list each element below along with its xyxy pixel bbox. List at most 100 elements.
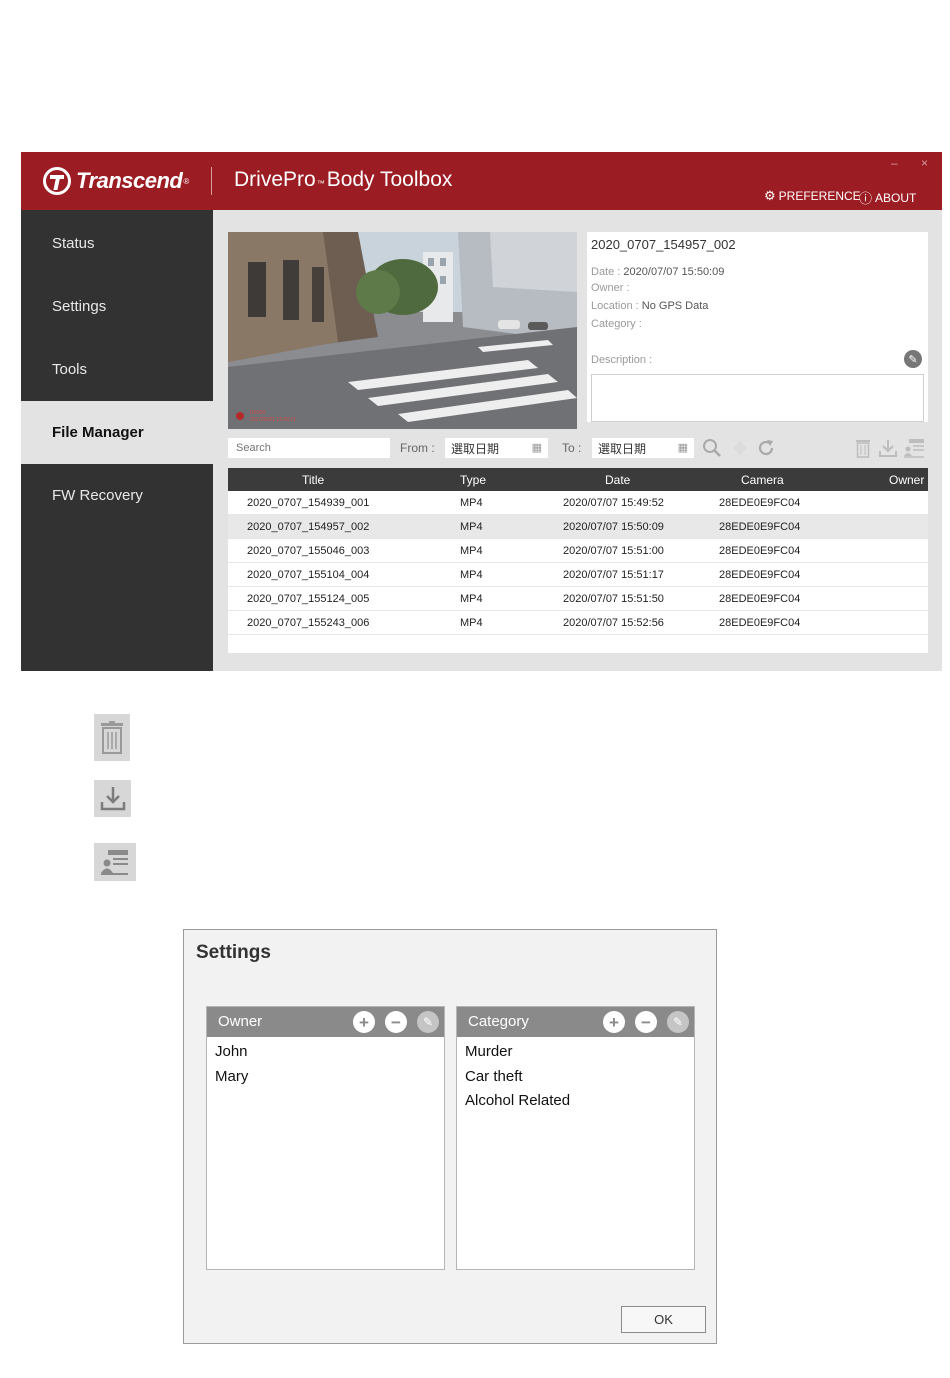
category-header-label: Category (468, 1013, 529, 1030)
date-label: Date : (591, 266, 621, 278)
cell-type: MP4 (460, 593, 483, 605)
delete-button[interactable] (851, 436, 875, 460)
table-header: Title Type Date Camera Owner (228, 468, 928, 491)
add-owner-button[interactable]: + (353, 1011, 375, 1033)
cell-title: 2020_0707_155124_005 (247, 593, 370, 605)
video-preview[interactable]: DP320 2017/06/21 14:20:11 (228, 232, 577, 429)
filter-toggle-button[interactable] (728, 436, 752, 460)
category-list-panel: Category + − ✎ Murder Car theft Alcohol … (456, 1006, 695, 1270)
category-list-item[interactable]: Murder (465, 1043, 513, 1060)
plus-icon: + (609, 1012, 619, 1032)
app-title-tm: ™ (316, 179, 325, 188)
about-label: ABOUT (875, 190, 917, 205)
table-row[interactable]: 2020_0707_155046_003 MP4 2020/07/07 15:5… (228, 539, 928, 563)
owner-list-item[interactable]: John (215, 1043, 248, 1060)
table-row[interactable]: 2020_0707_154957_002 MP4 2020/07/07 15:5… (228, 515, 928, 539)
video-overlay-line2: 2017/06/21 14:20:11 (250, 417, 296, 423)
category-label: Category : (591, 318, 642, 330)
category-list-item[interactable]: Car theft (465, 1068, 523, 1085)
table-row[interactable]: 2020_0707_154939_001 MP4 2020/07/07 15:4… (228, 491, 928, 515)
cell-title: 2020_0707_155104_004 (247, 569, 370, 581)
edit-category-button[interactable]: ✎ (667, 1011, 689, 1033)
download-button[interactable] (876, 436, 900, 460)
cell-date: 2020/07/07 15:49:52 (563, 497, 664, 509)
file-info-owner: Owner : (591, 282, 630, 294)
owner-list-item[interactable]: Mary (215, 1068, 248, 1085)
add-category-button[interactable]: + (603, 1011, 625, 1033)
column-header-type[interactable]: Type (460, 473, 486, 487)
app-title: DrivePro ™ Body Toolbox (234, 168, 452, 192)
sidebar-item-settings[interactable]: Settings (21, 275, 213, 338)
category-list-item[interactable]: Alcohol Related (465, 1092, 570, 1109)
file-info-title: 2020_0707_154957_002 (591, 237, 736, 252)
brand-name: Transcend (76, 168, 183, 193)
search-input[interactable] (228, 438, 390, 458)
minimize-button[interactable]: – (891, 156, 898, 170)
remove-owner-button[interactable]: − (385, 1011, 407, 1033)
pencil-icon: ✎ (422, 1015, 434, 1029)
cell-date: 2020/07/07 15:50:09 (563, 521, 664, 533)
description-label: Description : (591, 354, 653, 366)
sidebar: Status Settings Tools File Manager FW Re… (21, 210, 213, 671)
sidebar-item-label: File Manager (52, 424, 144, 441)
to-date-picker[interactable]: 選取日期 ▦ (592, 438, 694, 458)
trash-icon (101, 720, 123, 754)
video-overlay-text: DP320 2017/06/21 14:20:11 (250, 410, 296, 424)
column-header-camera[interactable]: Camera (741, 473, 784, 487)
sidebar-item-label: Tools (52, 361, 88, 378)
column-header-title[interactable]: Title (302, 473, 324, 487)
table-row[interactable]: 2020_0707_155243_006 MP4 2020/07/07 15:5… (228, 611, 928, 635)
from-date-picker[interactable]: 選取日期 ▦ (445, 438, 548, 458)
edit-file-info-button[interactable] (902, 436, 926, 460)
trash-icon (856, 440, 870, 458)
column-header-owner[interactable]: Owner (889, 473, 924, 487)
file-manager-content: DP320 2017/06/21 14:20:11 2020_0707_1549… (213, 210, 942, 671)
download-icon (100, 786, 125, 810)
app-title-part2: Body Toolbox (326, 168, 453, 191)
preference-button[interactable]: ⚙ PREFERENCE (764, 188, 861, 204)
cell-camera: 28EDE0E9FC04 (719, 569, 801, 581)
ok-button[interactable]: OK (621, 1306, 706, 1333)
app-window: Transcend ® DrivePro ™ Body Toolbox – × … (21, 152, 942, 671)
sidebar-item-label: Settings (52, 298, 107, 315)
sidebar-item-label: Status (52, 235, 95, 252)
cell-camera: 28EDE0E9FC04 (719, 521, 801, 533)
refresh-button[interactable] (754, 436, 778, 460)
info-icon: ⓘ (859, 191, 873, 206)
brand-registered-mark: ® (183, 176, 190, 186)
video-overlay-line1: DP320 (250, 410, 266, 416)
cell-type: MP4 (460, 617, 483, 629)
edit-owner-button[interactable]: ✎ (417, 1011, 439, 1033)
search-icon (703, 439, 721, 457)
id-card-icon (904, 439, 924, 458)
table-row[interactable]: 2020_0707_155104_004 MP4 2020/07/07 15:5… (228, 563, 928, 587)
about-button[interactable]: ⓘ ABOUT (859, 188, 916, 207)
location-label: Location : (591, 300, 639, 312)
table-row[interactable]: 2020_0707_155124_005 MP4 2020/07/07 15:5… (228, 587, 928, 611)
edit-info-button[interactable]: ✎ (904, 350, 922, 368)
cell-type: MP4 (460, 569, 483, 581)
cell-type: MP4 (460, 497, 483, 509)
cell-type: MP4 (460, 521, 483, 533)
owner-list-panel: Owner + − ✎ John Mary (206, 1006, 445, 1270)
search-button[interactable] (700, 436, 724, 460)
close-button[interactable]: × (921, 156, 928, 170)
app-title-part1: DrivePro (234, 168, 316, 191)
remove-category-button[interactable]: − (635, 1011, 657, 1033)
preference-label: PREFERENCE (778, 189, 861, 203)
sidebar-item-tools[interactable]: Tools (21, 338, 213, 401)
file-info-date: Date : 2020/07/07 15:50:09 (591, 266, 724, 278)
cell-date: 2020/07/07 15:51:00 (563, 545, 664, 557)
owner-label: Owner : (591, 282, 630, 294)
sidebar-item-file-manager[interactable]: File Manager (21, 401, 213, 464)
diamond-icon (733, 441, 747, 455)
column-header-date[interactable]: Date (605, 473, 630, 487)
description-field[interactable] (591, 374, 924, 422)
to-label: To : (562, 441, 582, 455)
sidebar-item-status[interactable]: Status (21, 212, 213, 275)
minus-icon: − (641, 1012, 651, 1032)
cell-title: 2020_0707_155046_003 (247, 545, 370, 557)
cell-camera: 28EDE0E9FC04 (719, 593, 801, 605)
sidebar-item-fw-recovery[interactable]: FW Recovery (21, 464, 213, 527)
cell-camera: 28EDE0E9FC04 (719, 545, 801, 557)
